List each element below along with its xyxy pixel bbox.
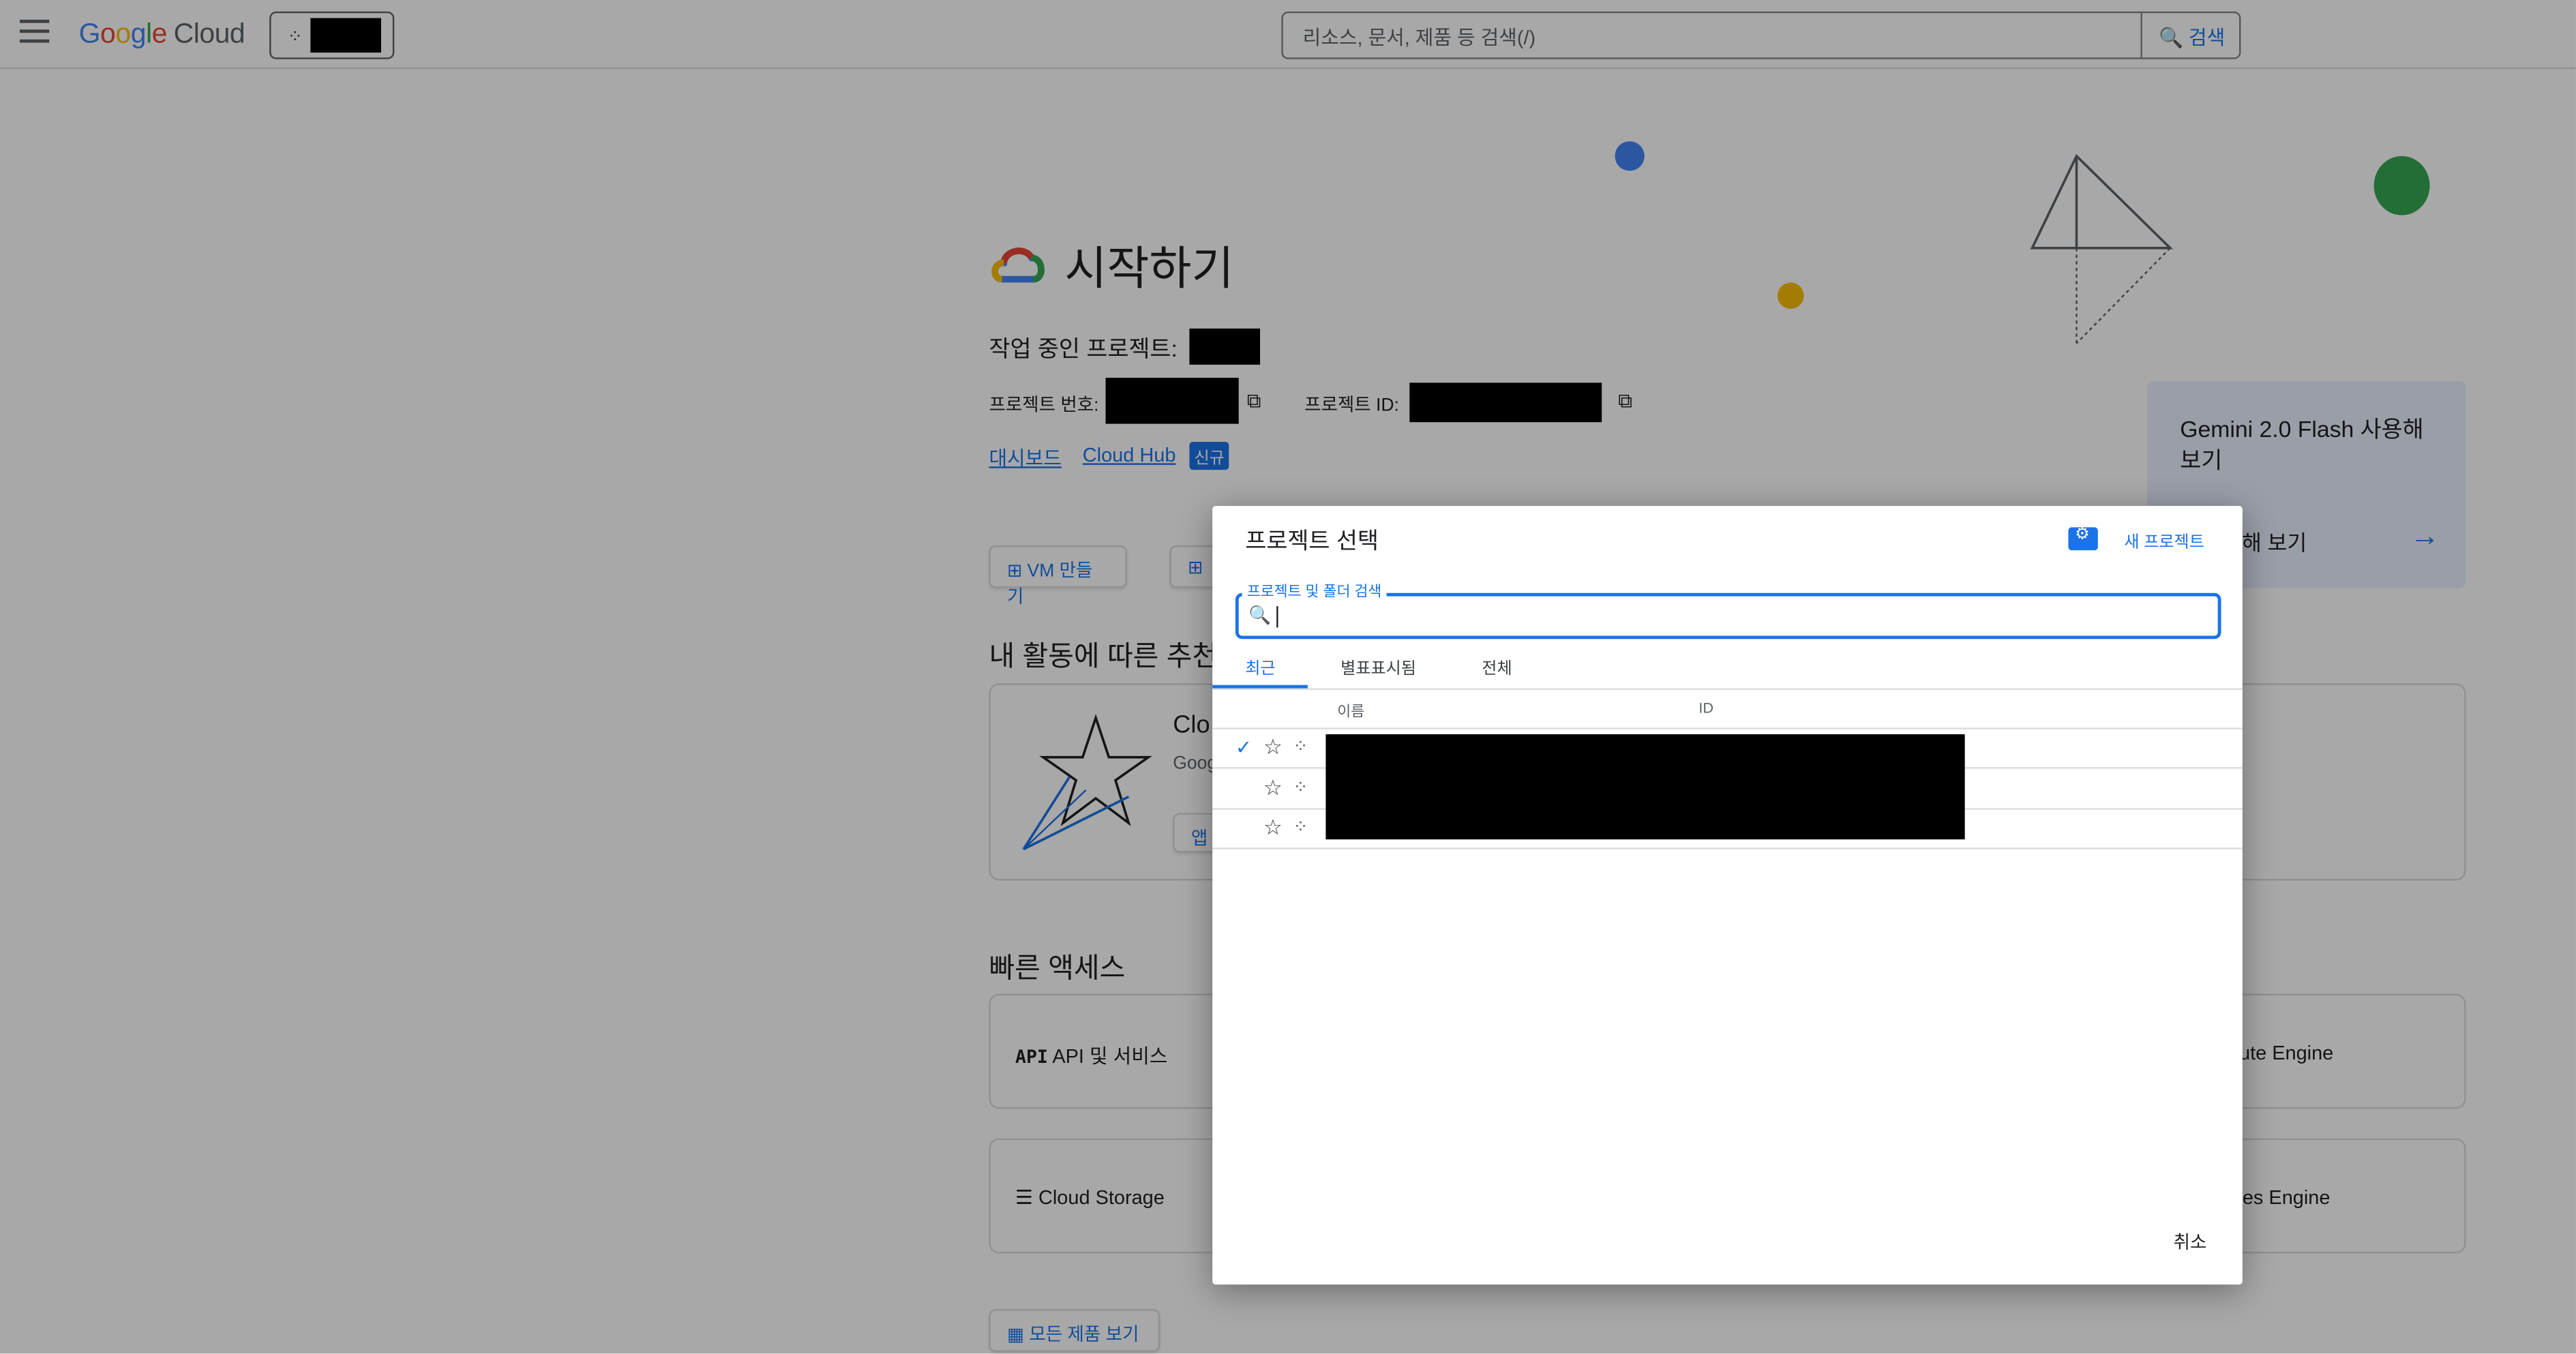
redacted-project-rows [1326, 734, 1965, 840]
star-icon[interactable]: ☆ [1263, 775, 1283, 802]
active-tab-indicator [1212, 684, 1308, 689]
tab-all[interactable]: 전체 [1482, 654, 1512, 679]
project-icon: ⁘ [1293, 817, 1308, 838]
new-folder-icon[interactable] [2068, 526, 2098, 551]
star-icon[interactable]: ☆ [1263, 734, 1283, 761]
cancel-button[interactable]: 취소 [2174, 1229, 2207, 1255]
search-icon: 🔍 [1248, 606, 1272, 626]
page-root: Google Cloud ⁘ 리소스, 문서, 제품 등 검색(/) 🔍 검색 시… [0, 0, 2576, 1354]
new-project-button[interactable]: 새 프로젝트 [2124, 527, 2204, 552]
project-select-dialog: 프로젝트 선택 새 프로젝트 🔍 프로젝트 및 폴더 검색 최근 별표표시됨 전… [1212, 506, 2243, 1285]
text-cursor [1276, 606, 1278, 628]
check-icon: ✓ [1235, 736, 1253, 759]
column-header-name[interactable]: 이름 [1337, 699, 1364, 721]
project-search-label: 프로젝트 및 폴더 검색 [1242, 580, 1387, 601]
dialog-tabs: 최근 별표표시됨 전체 [1212, 647, 2243, 690]
column-header-id[interactable]: ID [1698, 699, 1713, 716]
project-icon: ⁘ [1293, 737, 1308, 757]
dialog-title: 프로젝트 선택 [1245, 527, 1379, 554]
tab-starred[interactable]: 별표표시됨 [1341, 654, 1416, 679]
project-icon: ⁘ [1293, 779, 1308, 798]
star-icon[interactable]: ☆ [1263, 815, 1283, 841]
tab-recent[interactable]: 최근 [1245, 654, 1275, 679]
